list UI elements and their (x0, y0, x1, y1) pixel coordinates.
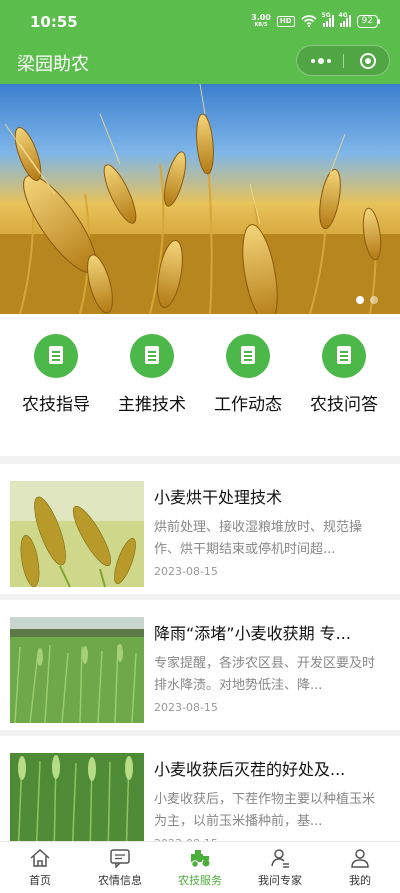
article-summary: 烘前处理、接收湿粮堆放时、规范操作、烘干期结束或停机时间超... (154, 520, 363, 557)
user-icon (349, 848, 371, 868)
capsule-divider (343, 54, 344, 68)
menu-item-main-tech[interactable]: 主推技术 (106, 334, 198, 456)
close-target-icon[interactable] (360, 53, 376, 69)
article-summary: 小麦收获后，下茬作物主要以种植玉米为主，以前玉米播种前，基... (154, 792, 376, 829)
signal-5g-icon: 5G (321, 12, 334, 27)
article-title: 小麦烘干处理技术 (154, 488, 283, 507)
wheat-banner-image (0, 84, 400, 314)
tab-label: 我问专家 (258, 874, 302, 887)
tab-tech-service[interactable]: 农技服务 (160, 842, 240, 893)
tab-label: 首页 (29, 874, 51, 887)
article-title: 降雨“添堵”小麦收获期 专... (154, 624, 351, 643)
status-bar: 10:55 3.00 KB/S HD 5G 4G 92 (0, 0, 400, 44)
tractor-icon (189, 848, 211, 868)
list-item[interactable]: 小麦烘干处理技术 烘前处理、接收湿粮堆放时、规范操作、烘干期结束或停机时间超..… (0, 464, 400, 594)
network-speed-value: 3.00 (251, 13, 271, 22)
message-icon (109, 848, 131, 869)
quick-menu: 农技指导 主推技术 工作动态 农技问答 (0, 314, 400, 456)
menu-item-label: 农技问答 (310, 395, 378, 415)
banner-carousel[interactable] (0, 84, 400, 314)
carousel-dot[interactable] (370, 296, 378, 304)
page-title: 梁园助农 (17, 54, 89, 75)
menu-item-label: 主推技术 (118, 395, 186, 415)
nav-bar: 梁园助农 (0, 44, 400, 84)
menu-item-label: 工作动态 (214, 395, 282, 415)
article-thumbnail (10, 753, 144, 841)
document-icon (34, 334, 78, 378)
article-title: 小麦收获后灭茬的好处及... (154, 760, 346, 779)
document-icon (130, 334, 174, 378)
signal-5g-label: 5G (321, 12, 331, 19)
carousel-dot-active[interactable] (356, 296, 364, 304)
menu-item-guidance[interactable]: 农技指导 (10, 334, 102, 456)
list-item[interactable]: 小麦收获后灭茬的好处及... 小麦收获后，下茬作物主要以种植玉米为主，以前玉米播… (0, 736, 400, 841)
tab-label: 农情信息 (98, 874, 142, 887)
article-list: 小麦烘干处理技术 烘前处理、接收湿粮堆放时、规范操作、烘干期结束或停机时间超..… (0, 456, 400, 841)
article-date: 2023-08-15 (154, 701, 218, 714)
tab-farm-info[interactable]: 农情信息 (80, 842, 160, 893)
document-icon (322, 334, 366, 378)
menu-item-label: 农技指导 (22, 395, 90, 415)
tab-ask-expert[interactable]: 我问专家 (240, 842, 320, 893)
document-icon (226, 334, 270, 378)
article-thumbnail (10, 617, 144, 723)
article-date: 2023-08-15 (154, 565, 218, 578)
status-time: 10:55 (30, 13, 78, 31)
battery-icon: 92 (356, 14, 381, 28)
signal-4g-icon: 4G (338, 12, 351, 27)
menu-item-qa[interactable]: 农技问答 (298, 334, 390, 456)
menu-item-work-news[interactable]: 工作动态 (202, 334, 294, 456)
tab-label: 我的 (349, 874, 371, 887)
network-speed: 3.00 KB/S (251, 13, 271, 29)
more-icon[interactable] (309, 54, 333, 68)
hd-icon: HD (276, 15, 295, 27)
article-thumbnail (10, 481, 144, 587)
bottom-tab-bar: 首页 农情信息 农技服务 我问专家 我的 (0, 841, 400, 893)
mini-program-capsule (296, 45, 390, 76)
signal-4g-label: 4G (338, 12, 348, 19)
home-icon (29, 848, 51, 868)
tab-label: 农技服务 (178, 874, 222, 887)
expert-icon (269, 848, 291, 868)
tab-mine[interactable]: 我的 (320, 842, 400, 893)
wifi-icon (301, 15, 317, 28)
list-item[interactable]: 降雨“添堵”小麦收获期 专... 专家提醒，各涉农区县、开发区要及时排水降渍。对… (0, 600, 400, 730)
status-icons: 3.00 KB/S HD 5G 4G 92 (251, 12, 381, 29)
network-speed-unit: KB/S (254, 22, 268, 28)
tab-home[interactable]: 首页 (0, 842, 80, 893)
article-summary: 专家提醒，各涉农区县、开发区要及时排水降渍。对地势低洼、降... (154, 656, 376, 693)
carousel-indicator (356, 296, 378, 304)
